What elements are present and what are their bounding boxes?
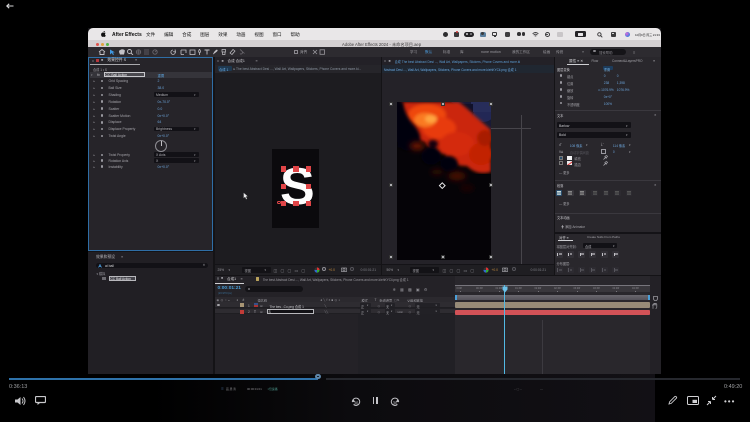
svg-text:30: 30 <box>392 400 397 405</box>
svg-text:30: 30 <box>354 400 359 405</box>
